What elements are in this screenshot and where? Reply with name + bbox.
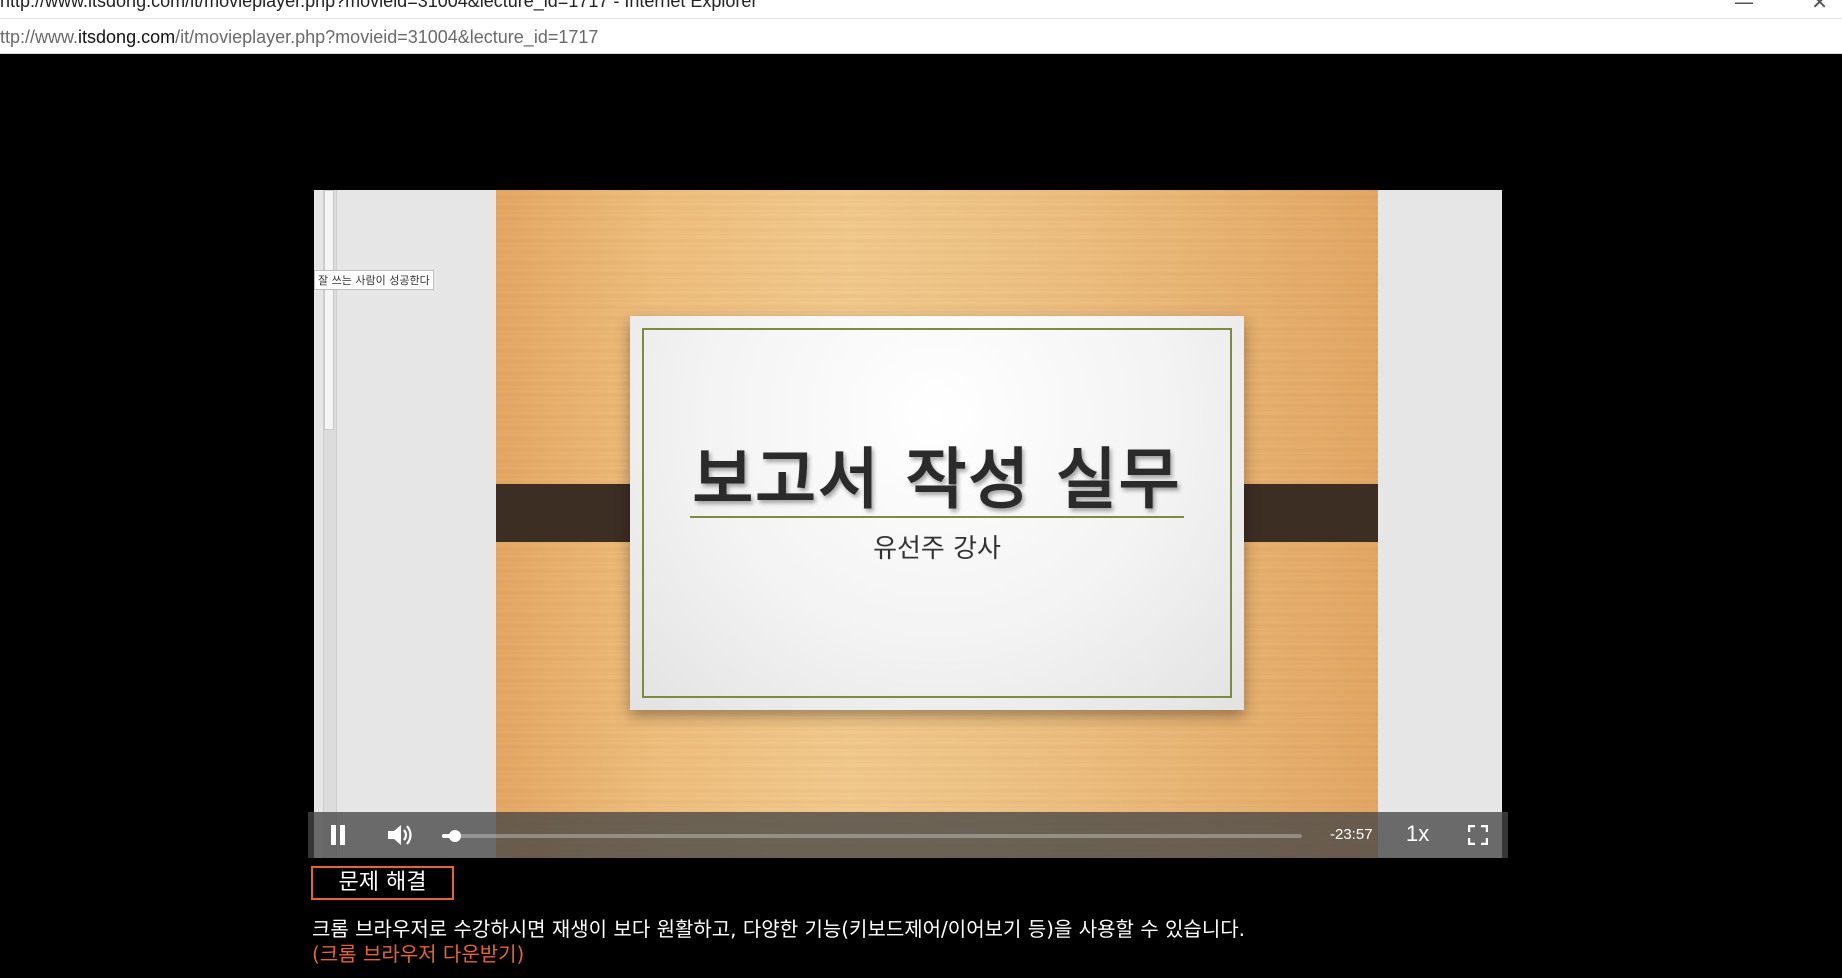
slide-list-scroll-thumb[interactable] (324, 190, 334, 430)
video-frame[interactable]: 보고서 작성 실무 유선주 강사 (496, 190, 1378, 858)
slide-divider (690, 516, 1184, 518)
playback-speed-button[interactable]: 1x (1406, 821, 1429, 847)
url-path: /it/movieplayer.php?movieid=31004&lectur… (175, 27, 599, 47)
chrome-download-link[interactable]: (크롬 브라우저 다운받기) (312, 938, 524, 967)
address-bar[interactable]: ttp://www.itsdong.com/it/movieplayer.php… (0, 18, 1842, 54)
volume-icon[interactable] (386, 823, 414, 847)
progress-handle[interactable] (448, 830, 461, 842)
url-prefix: ttp://www. (0, 27, 79, 47)
player-control-bar: -23:57 1x (308, 812, 1508, 858)
url-host: itsdong.com (78, 27, 176, 47)
close-icon[interactable]: ✕ (1811, 0, 1828, 14)
window-title: http://www.itsdong.com/it/movieplayer.ph… (0, 0, 758, 11)
slide-title: 보고서 작성 실무 (692, 441, 1182, 518)
window-titlebar: http://www.itsdong.com/it/movieplayer.ph… (0, 0, 1842, 18)
minimize-icon[interactable]: — (1734, 0, 1754, 14)
troubleshoot-button[interactable]: 문제 해결 (311, 866, 454, 900)
video-player[interactable]: 잘 쓰는 사람이 성공한다 보고서 작성 실무 유선주 강사 (314, 190, 1502, 858)
url-text[interactable]: ttp://www.itsdong.com/it/movieplayer.php… (0, 27, 598, 48)
fullscreen-icon[interactable] (1468, 825, 1488, 845)
slide-tooltip: 잘 쓰는 사람이 성공한다 (314, 270, 434, 290)
progress-bar[interactable] (442, 830, 1302, 842)
time-remaining: -23:57 (1330, 826, 1373, 843)
slide-card: 보고서 작성 실무 유선주 강사 (630, 316, 1244, 710)
pause-icon[interactable] (328, 825, 348, 845)
slide-subtitle: 유선주 강사 (873, 534, 1001, 564)
slide-list-panel[interactable] (314, 190, 338, 858)
